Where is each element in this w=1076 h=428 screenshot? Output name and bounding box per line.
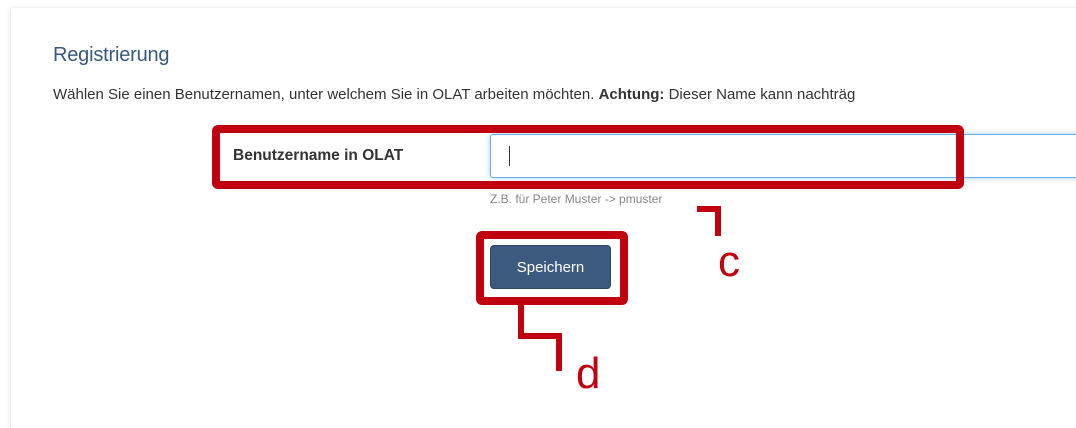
intro-main-text: Wählen Sie einen Benutzernamen, unter we… bbox=[53, 86, 595, 103]
intro-warning-label: Achtung: bbox=[598, 86, 665, 103]
intro-text: Wählen Sie einen Benutzernamen, unter we… bbox=[53, 86, 855, 103]
username-label: Benutzername in OLAT bbox=[233, 147, 404, 164]
page-title: Registrierung bbox=[53, 44, 170, 66]
save-button[interactable]: Speichern bbox=[490, 245, 611, 289]
callout-c-vertical bbox=[715, 206, 721, 236]
callout-c-label: c bbox=[718, 237, 740, 286]
callout-d-label: d bbox=[576, 349, 601, 398]
username-input[interactable] bbox=[490, 134, 1076, 178]
username-help-text: Z.B. für Peter Muster -> pmuster bbox=[490, 192, 663, 206]
callout-d-vertical-bottom bbox=[556, 333, 562, 371]
intro-warning-text: Dieser Name kann nachträg bbox=[668, 86, 856, 103]
registration-panel bbox=[10, 8, 1076, 428]
text-cursor bbox=[509, 146, 510, 166]
